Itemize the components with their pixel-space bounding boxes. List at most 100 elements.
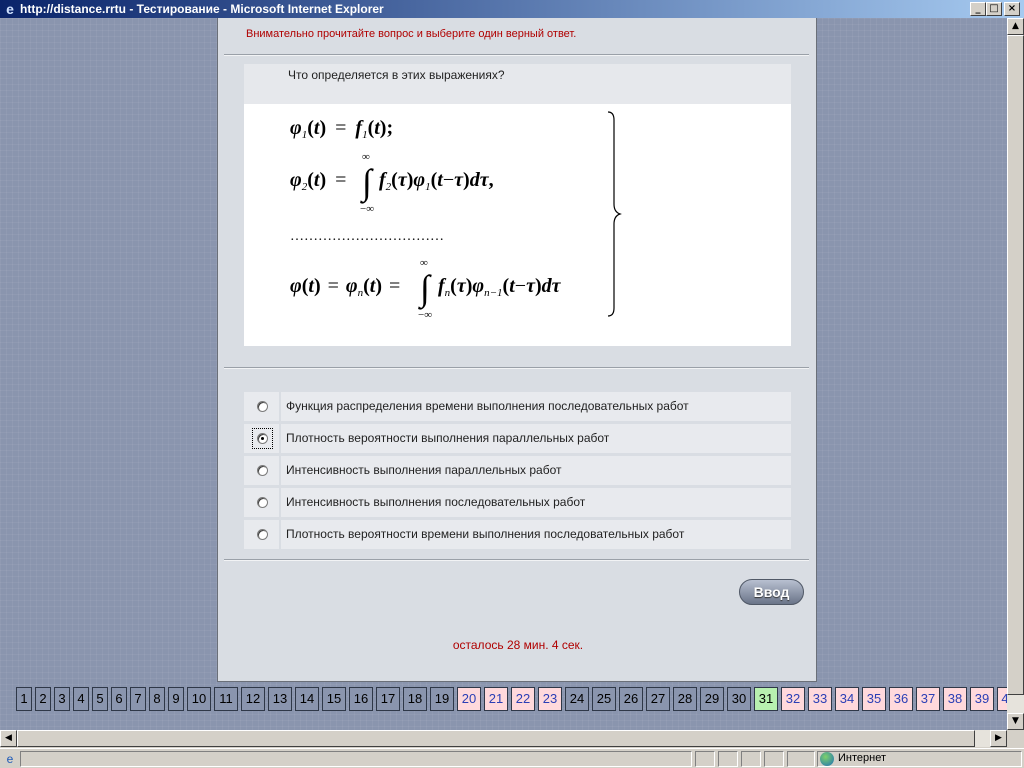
answer-label: Функция распределения времени выполнения… — [286, 399, 689, 413]
question-nav-item[interactable]: 30 — [727, 687, 751, 711]
question-nav-item[interactable]: 32 — [781, 687, 805, 711]
question-nav-item[interactable]: 5 — [92, 687, 108, 711]
status-cell — [741, 751, 761, 767]
status-bar: e Интернет — [0, 748, 1024, 768]
close-button[interactable]: × — [1004, 2, 1020, 16]
horizontal-scrollbar[interactable]: ◀ ▶ — [0, 730, 1007, 747]
formula-image: φ1(t) = f1(t); φ2(t) = ∫ ∞ −∞ f2(τ)φ1(t−… — [290, 111, 622, 321]
status-cell — [718, 751, 738, 767]
page-viewport: Внимательно прочитайте вопрос и выберите… — [0, 18, 1007, 730]
scroll-thumb-horizontal[interactable] — [17, 730, 975, 747]
question-nav-item[interactable]: 33 — [808, 687, 832, 711]
radio-cell — [244, 488, 281, 517]
page-icon: e — [6, 752, 14, 766]
formula-line-n: φ(t) = φn(t) = — [290, 275, 400, 299]
integral-sign-n: ∫ — [418, 268, 432, 310]
question-box: Что определяется в этих выражениях? φ1(t… — [244, 64, 791, 346]
lower-limit: −∞ — [360, 203, 374, 215]
question-nav-item[interactable]: 6 — [111, 687, 127, 711]
test-panel: Внимательно прочитайте вопрос и выберите… — [217, 18, 817, 682]
question-nav-item[interactable]: 17 — [376, 687, 400, 711]
question-nav-item[interactable]: 31 — [754, 687, 778, 711]
status-cell — [695, 751, 715, 767]
question-nav-item[interactable]: 20 — [457, 687, 481, 711]
status-cell — [764, 751, 784, 767]
question-nav-item[interactable]: 7 — [130, 687, 146, 711]
scroll-left-button[interactable]: ◀ — [0, 730, 17, 747]
upper-limit-n: ∞ — [420, 257, 428, 269]
answer-label: Интенсивность выполнения параллельных ра… — [286, 463, 562, 477]
answer-radio[interactable] — [257, 529, 268, 540]
question-nav-item[interactable]: 1 — [16, 687, 32, 711]
lower-limit-n: −∞ — [418, 309, 432, 321]
answer-option[interactable]: Плотность вероятности выполнения паралле… — [244, 424, 791, 453]
scroll-corner — [1007, 730, 1024, 747]
divider — [224, 54, 809, 56]
question-nav-item[interactable]: 27 — [646, 687, 670, 711]
title-bar: e http://distance.rrtu - Тестирование - … — [0, 0, 1024, 18]
question-nav-item[interactable]: 29 — [700, 687, 724, 711]
question-nav-item[interactable]: 12 — [241, 687, 265, 711]
question-nav-item[interactable]: 4 — [73, 687, 89, 711]
scroll-thumb[interactable] — [1007, 35, 1024, 695]
question-nav-item[interactable]: 25 — [592, 687, 616, 711]
divider — [224, 367, 809, 369]
formula-line-2: φ2(t) = — [290, 169, 346, 193]
question-nav-item[interactable]: 19 — [430, 687, 454, 711]
answer-radio[interactable] — [257, 497, 268, 508]
question-nav-item[interactable]: 35 — [862, 687, 886, 711]
scroll-up-button[interactable]: ▲ — [1007, 18, 1024, 35]
vertical-scrollbar[interactable]: ▲ ▼ — [1007, 18, 1024, 730]
question-nav-item[interactable]: 13 — [268, 687, 292, 711]
answer-option[interactable]: Интенсивность выполнения последовательны… — [244, 488, 791, 517]
formula-ellipsis: …………………………… — [290, 229, 444, 244]
question-nav-item[interactable]: 37 — [916, 687, 940, 711]
maximize-button[interactable]: □ — [986, 2, 1002, 16]
scroll-right-button[interactable]: ▶ — [990, 730, 1007, 747]
answer-option[interactable]: Интенсивность выполнения параллельных ра… — [244, 456, 791, 485]
timer-text: осталось 28 мин. 4 сек. — [452, 638, 584, 652]
submit-button[interactable]: Ввод — [739, 579, 804, 605]
question-nav-item[interactable]: 24 — [565, 687, 589, 711]
instruction-text: Внимательно прочитайте вопрос и выберите… — [246, 28, 577, 40]
answer-option[interactable]: Плотность вероятности времени выполнения… — [244, 520, 791, 549]
answer-label: Плотность вероятности времени выполнения… — [286, 527, 685, 541]
question-nav-item[interactable]: 3 — [54, 687, 70, 711]
question-nav-item[interactable]: 16 — [349, 687, 373, 711]
question-nav-item[interactable]: 26 — [619, 687, 643, 711]
integrand-n: fn(τ)φn−1(t−τ)dτ — [438, 275, 562, 299]
question-nav-item[interactable]: 36 — [889, 687, 913, 711]
ie-icon: e — [6, 1, 14, 17]
integrand-2: f2(τ)φ1(t−τ)dτ, — [379, 169, 494, 193]
question-nav-item[interactable]: 28 — [673, 687, 697, 711]
question-nav-item[interactable]: 9 — [168, 687, 184, 711]
status-text-cell — [20, 751, 692, 767]
question-text: Что определяется в этих выражениях? — [288, 68, 505, 82]
answer-radio[interactable] — [257, 401, 268, 412]
question-nav-item[interactable]: 21 — [484, 687, 508, 711]
question-nav-item[interactable]: 39 — [970, 687, 994, 711]
globe-icon — [820, 752, 834, 766]
question-nav-item[interactable]: 22 — [511, 687, 535, 711]
status-cell — [787, 751, 815, 767]
question-nav-item[interactable]: 38 — [943, 687, 967, 711]
answer-radio[interactable] — [257, 465, 268, 476]
question-header: Что определяется в этих выражениях? — [244, 64, 791, 104]
radio-cell — [244, 456, 281, 485]
question-nav-item[interactable]: 14 — [295, 687, 319, 711]
minimize-button[interactable]: _ — [970, 2, 986, 16]
question-nav-item[interactable]: 18 — [403, 687, 427, 711]
question-nav-item[interactable]: 8 — [149, 687, 165, 711]
question-nav-item[interactable]: 2 — [35, 687, 51, 711]
scroll-down-button[interactable]: ▼ — [1007, 713, 1024, 730]
answer-option[interactable]: Функция распределения времени выполнения… — [244, 392, 791, 421]
question-nav-item[interactable]: 4 — [997, 687, 1007, 711]
question-nav-item[interactable]: 10 — [187, 687, 211, 711]
radio-cell — [244, 520, 281, 549]
question-nav-item[interactable]: 23 — [538, 687, 562, 711]
window-title: http://distance.rrtu - Тестирование - Mi… — [20, 2, 384, 16]
focus-ring — [252, 428, 273, 449]
question-nav-item[interactable]: 34 — [835, 687, 859, 711]
question-nav-item[interactable]: 11 — [214, 687, 238, 711]
question-nav-item[interactable]: 15 — [322, 687, 346, 711]
